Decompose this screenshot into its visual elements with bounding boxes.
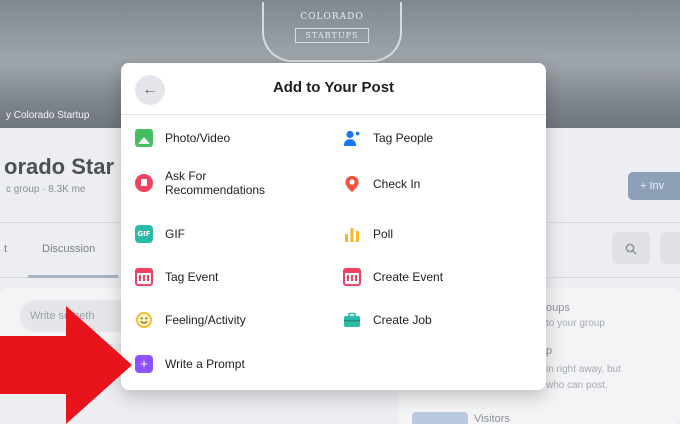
option-create-job[interactable]: Create Job <box>343 311 432 329</box>
option-label-line1: Ask For <box>165 169 207 183</box>
chat-bubble-icon <box>135 174 153 192</box>
option-label: Feeling/Activity <box>165 313 246 327</box>
option-label: Create Event <box>373 270 444 284</box>
gif-icon: GIF <box>135 225 153 243</box>
option-poll[interactable]: Poll <box>343 225 393 243</box>
option-ask-recommendations[interactable]: Ask For Recommendations <box>135 169 265 197</box>
calendar-icon <box>135 268 153 286</box>
dialog-header: ← Add to Your Post <box>121 63 546 115</box>
annotation-red-arrow <box>0 306 132 424</box>
option-label: Poll <box>373 227 394 241</box>
option-label-line2: Recommendations <box>165 183 266 197</box>
option-label: Ask For Recommendations <box>165 169 265 197</box>
logo-text-startups: STARTUPS <box>294 28 370 43</box>
option-gif[interactable]: GIF GIF <box>135 225 185 243</box>
option-feeling-activity[interactable]: Feeling/Activity <box>135 311 246 329</box>
option-label: Tag Event <box>165 270 219 284</box>
option-label: Tag People <box>373 131 434 145</box>
add-to-post-dialog: ← Add to Your Post Photo/Video Ask For R… <box>121 63 546 390</box>
side-card-heading-2: p <box>546 345 553 357</box>
option-tag-event[interactable]: Tag Event <box>135 268 218 286</box>
side-card-heading: oups <box>546 302 570 314</box>
visitors-label: Visitors <box>474 413 510 424</box>
side-card-text: to your group <box>546 318 605 329</box>
dialog-title: Add to Your Post <box>272 79 395 96</box>
option-write-prompt[interactable]: + Write a Prompt <box>135 355 245 373</box>
group-logo: COLORADO STARTUPS <box>262 2 402 62</box>
bar-chart-icon <box>343 225 361 243</box>
photo-icon <box>135 129 153 147</box>
side-card-text-3: who can post. <box>546 380 608 391</box>
location-pin-icon <box>343 175 361 193</box>
active-tab-indicator <box>28 275 118 278</box>
tab-discussion[interactable]: Discussion <box>42 243 95 255</box>
smiley-icon <box>135 311 153 329</box>
option-label: Photo/Video <box>165 131 231 145</box>
briefcase-icon <box>343 311 361 329</box>
option-label: Create Job <box>373 313 432 327</box>
option-create-event[interactable]: Create Event <box>343 268 443 286</box>
logo-text-colorado: COLORADO <box>300 12 364 22</box>
more-button[interactable] <box>660 232 680 264</box>
option-label: Check In <box>373 177 421 191</box>
tab-about[interactable]: t <box>4 243 7 255</box>
search-button[interactable] <box>612 232 650 264</box>
invite-button[interactable]: + Inv <box>628 172 680 200</box>
calendar-icon <box>343 268 361 286</box>
group-title: orado Star <box>4 154 115 179</box>
option-label: GIF <box>165 227 185 241</box>
group-meta: c group · 8.3K me <box>6 184 86 195</box>
side-card-text-2: in right away, but <box>546 364 621 375</box>
prompt-icon: + <box>135 355 153 373</box>
person-tag-icon <box>343 129 361 147</box>
search-icon <box>625 243 637 255</box>
option-check-in[interactable]: Check In <box>343 175 420 193</box>
option-photo-video[interactable]: Photo/Video <box>135 129 230 147</box>
option-label: Write a Prompt <box>165 357 245 371</box>
cover-caption: y Colorado Startup <box>6 110 90 121</box>
visitors-icon <box>412 412 468 424</box>
option-tag-people[interactable]: Tag People <box>343 129 433 147</box>
